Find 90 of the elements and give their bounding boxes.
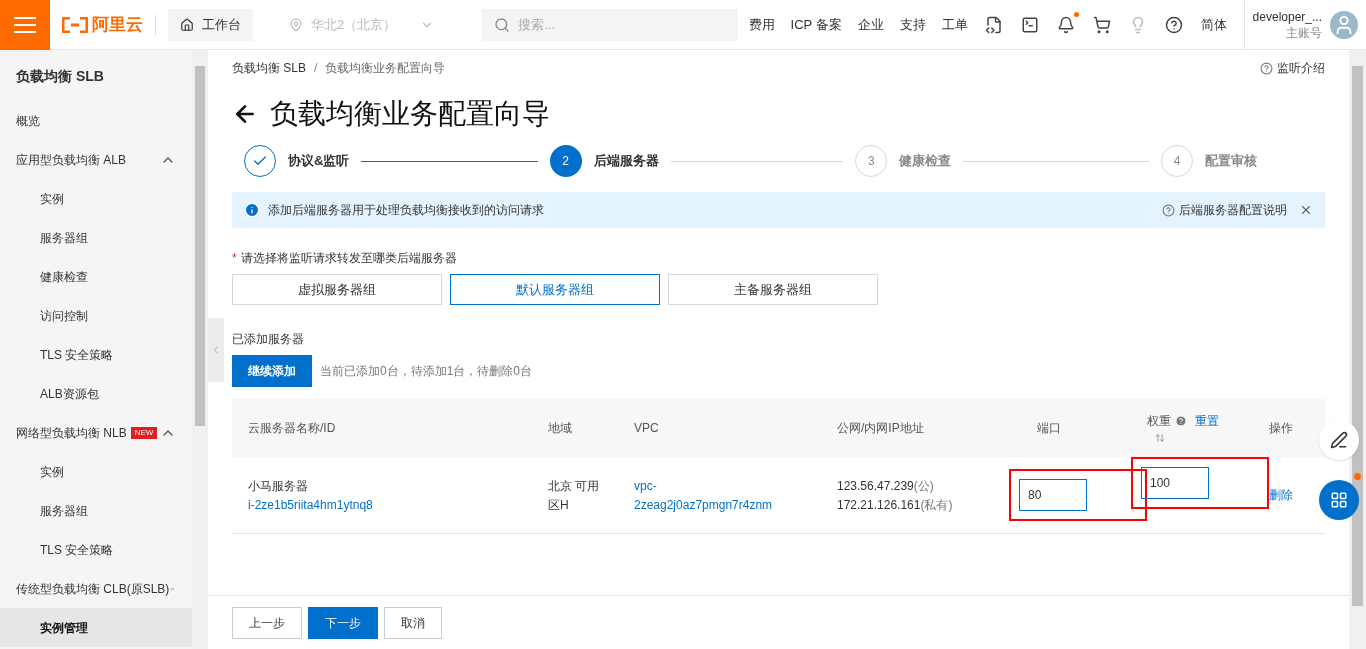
- account-type: 主账号: [1286, 24, 1322, 41]
- server-name: 小马服务器: [248, 477, 309, 494]
- terminal-icon[interactable]: [1020, 15, 1039, 34]
- top-nav-link[interactable]: 工单: [933, 14, 976, 35]
- top-nav-link[interactable]: 企业: [849, 14, 892, 35]
- sidebar-item[interactable]: ALB资源包: [0, 374, 192, 413]
- column-header: 权重: [1147, 413, 1171, 429]
- number-field[interactable]: 100: [1141, 467, 1209, 499]
- search-field[interactable]: 搜索...: [482, 8, 739, 41]
- step-label: 配置审核: [1205, 152, 1257, 171]
- step-label: 后端服务器: [593, 152, 659, 171]
- grid-icon: [1330, 491, 1348, 509]
- instance-id-link[interactable]: i-2ze1b5riita4hm1ytnq8: [248, 496, 548, 513]
- vpc-link[interactable]: vpc-: [634, 477, 837, 494]
- page-scrollbar[interactable]: [1349, 50, 1366, 649]
- help-icon: [1175, 415, 1187, 427]
- ip-type: (私有): [920, 496, 953, 513]
- sidebar-item[interactable]: 实例: [0, 179, 192, 218]
- required-mark: *: [232, 251, 237, 265]
- field-label: 请选择将监听请求转发至哪类后端服务器: [240, 251, 457, 265]
- top-nav-link[interactable]: ICP 备案: [782, 14, 850, 35]
- sidebar-group[interactable]: 传统型负载均衡 CLB(原SLB): [16, 579, 170, 598]
- page-title: 负载均衡业务配置向导: [270, 97, 550, 131]
- workbench-button[interactable]: 工作台: [168, 8, 253, 41]
- column-header: VPC: [634, 420, 660, 436]
- info-icon: [244, 202, 260, 218]
- server-type-option[interactable]: 默认服务器组: [450, 274, 660, 305]
- ip-address: 123.56.47.239: [837, 477, 914, 494]
- column-header: 云服务器名称/ID: [248, 420, 337, 436]
- breadcrumb-link[interactable]: 负载均衡 SLB: [232, 60, 306, 76]
- region-text: 区H: [548, 496, 570, 513]
- sidebar-item[interactable]: TLS 安全策略: [0, 530, 192, 569]
- banner-text: 添加后端服务器用于处理负载均衡接收到的访问请求: [268, 202, 544, 218]
- help-icon[interactable]: [1164, 15, 1183, 34]
- sidebar-scrollbar[interactable]: [192, 50, 208, 649]
- document-code-icon[interactable]: [984, 15, 1003, 34]
- sidebar-item[interactable]: 访问控制: [0, 296, 192, 335]
- column-header: 公网/内网IP地址: [837, 420, 925, 436]
- help-link[interactable]: 监听介绍: [1277, 60, 1325, 76]
- logo-icon: [62, 16, 88, 33]
- sidebar-item[interactable]: 健康检查: [0, 257, 192, 296]
- section-label: 已添加服务器: [232, 331, 305, 347]
- cart-icon[interactable]: [1092, 15, 1111, 34]
- step-label: 协议&监听: [288, 152, 350, 171]
- help-icon: [1260, 61, 1273, 75]
- column-header: 操作: [1269, 420, 1294, 436]
- sidebar-item[interactable]: 实例管理: [0, 608, 192, 647]
- location-pin-icon: [289, 17, 303, 32]
- delete-link[interactable]: 删除: [1269, 487, 1293, 503]
- new-badge: NEW: [130, 426, 158, 439]
- footer-button[interactable]: 上一步: [232, 606, 302, 639]
- column-header: 地域: [548, 420, 573, 436]
- sidebar-item[interactable]: TLS 安全策略: [0, 335, 192, 374]
- top-nav-link[interactable]: 费用: [740, 14, 783, 35]
- sidebar-group[interactable]: 应用型负载均衡 ALB: [16, 150, 126, 169]
- number-field[interactable]: 80: [1019, 479, 1087, 511]
- column-header: 端口: [1037, 420, 1062, 436]
- menu-button[interactable]: [0, 0, 50, 50]
- step-label: 健康检查: [899, 152, 952, 171]
- server-type-option[interactable]: 主备服务器组: [668, 274, 878, 305]
- close-icon[interactable]: [1299, 203, 1313, 217]
- bell-icon[interactable]: [1056, 15, 1075, 34]
- top-nav-link[interactable]: 支持: [891, 14, 934, 35]
- user-name[interactable]: developer_...: [1252, 8, 1322, 25]
- summary-text: 当前已添加0台，待添加1台，待删除0台: [320, 363, 533, 379]
- breadcrumb-separator: /: [314, 60, 318, 76]
- pen-icon: [1330, 431, 1348, 449]
- footer-button[interactable]: 下一步: [308, 606, 378, 639]
- search-icon: [494, 16, 511, 33]
- region-text: 北京 可用: [548, 477, 601, 494]
- sidebar-title: 负载均衡 SLB: [15, 66, 105, 86]
- sidebar-item[interactable]: 服务器组: [0, 491, 192, 530]
- add-more-button[interactable]: 继续添加: [232, 355, 312, 387]
- ip-type: (公): [913, 477, 934, 494]
- vpc-link[interactable]: 2zeag2j0az7pmgn7r4znm: [634, 496, 837, 513]
- language-link[interactable]: 简体: [1191, 14, 1236, 35]
- apps-button[interactable]: [1319, 480, 1359, 520]
- banner-link[interactable]: 后端服务器配置说明: [1179, 202, 1287, 218]
- menu-icon: [14, 16, 36, 33]
- sidebar-group[interactable]: 网络型负载均衡 NLB: [16, 423, 127, 442]
- reset-link[interactable]: 重置: [1195, 413, 1219, 429]
- sidebar-item[interactable]: 概览: [0, 101, 192, 140]
- help-icon: [1162, 203, 1175, 217]
- ip-address: 172.21.126.161: [837, 496, 921, 513]
- breadcrumb-current: 负载均衡业务配置向导: [325, 60, 446, 76]
- sidebar-item[interactable]: 服务器组: [0, 218, 192, 257]
- home-icon: [180, 17, 194, 32]
- server-type-option[interactable]: 虚拟服务器组: [232, 274, 442, 305]
- sidebar-item[interactable]: 实例: [0, 452, 192, 491]
- footer-button[interactable]: 取消: [384, 606, 442, 639]
